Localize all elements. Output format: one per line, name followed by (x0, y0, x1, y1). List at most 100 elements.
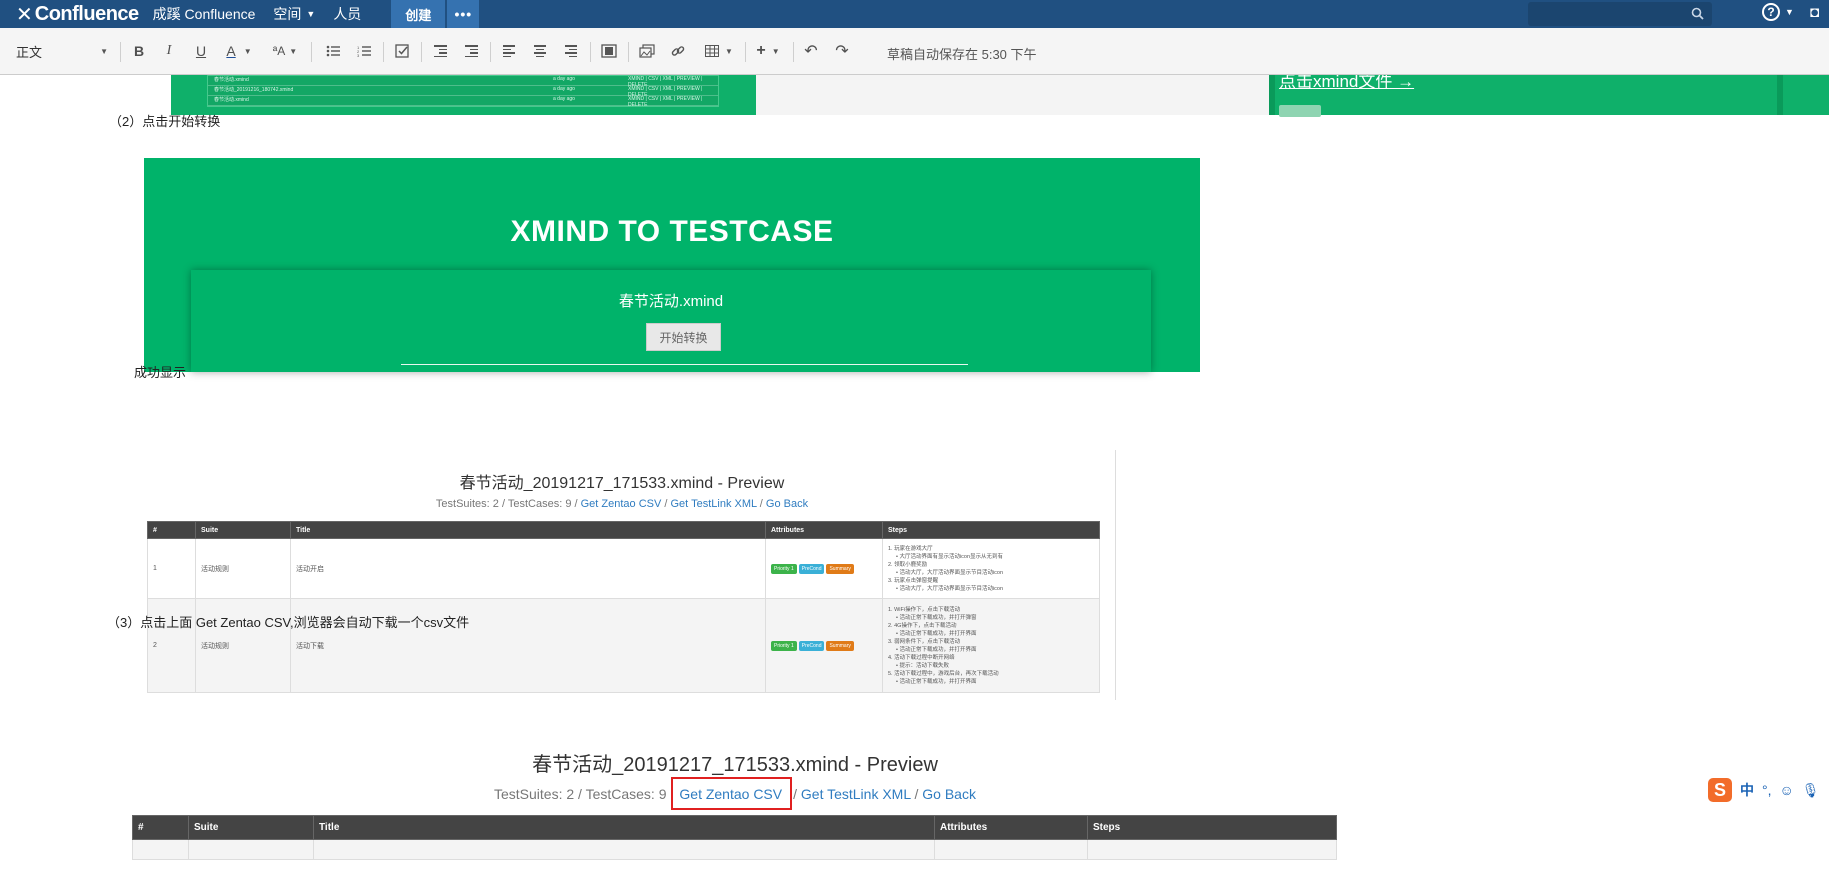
create-button[interactable]: 创建 (391, 0, 446, 28)
priority-badge: Priority 1 (771, 563, 797, 574)
sogou-logo-icon: S (1708, 778, 1732, 802)
insert-link-icon[interactable] (664, 36, 692, 66)
step-line: 4. 活动下载过程中断开网络 (888, 654, 955, 661)
screenshot-caption: 点击xmind文件 → (1279, 75, 1415, 91)
insert-image-icon[interactable] (633, 36, 661, 66)
toolbar-divider (793, 42, 794, 62)
chevron-down-icon: ▼ (1785, 7, 1794, 17)
undo-icon[interactable]: ↶ (797, 36, 825, 66)
summary-counts: TestSuites: 2 / TestCases: 9 / (435, 498, 581, 510)
paragraph-style-value: 正文 (16, 44, 43, 60)
highlight-box: Get Zentao CSV (671, 777, 793, 810)
chevron-down-icon: ▼ (289, 46, 298, 56)
column-header: Steps (1087, 815, 1337, 840)
align-center-icon[interactable] (526, 36, 554, 66)
get-testlink-xml-link: Get TestLink XML (800, 786, 911, 802)
step-3-text: （3）点击上面 Get Zentao CSV,浏览器会自动下载一个csv文件 (107, 615, 470, 630)
preview-title: 春节活动_20191217_171533.xmind - Preview (532, 754, 938, 776)
emoji-icon[interactable]: ☺ (1780, 782, 1794, 798)
file-name: 春节活动_20191216_180742.xmind (214, 87, 294, 93)
align-right-icon[interactable] (557, 36, 585, 66)
bold-icon[interactable]: B (125, 36, 153, 66)
task-list-icon[interactable] (388, 36, 416, 66)
help-menu[interactable]: ? ▼ (1762, 3, 1794, 21)
underline-icon[interactable]: U (187, 36, 215, 66)
editor-content[interactable]: 春节活动.xmind a day ago XMIND | CSV | XML |… (0, 75, 1829, 875)
nav-spaces[interactable]: 空间 ▼ (273, 4, 315, 24)
formatting-button[interactable]: ªA ▼ (267, 36, 303, 66)
confluence-x-icon: ✕ (16, 2, 33, 26)
microphone-icon[interactable]: 🎙 (1802, 782, 1820, 799)
cell-attributes: Priority 1 PreCond Summary (765, 538, 883, 599)
get-testlink-xml-link: Get TestLink XML (670, 498, 757, 510)
preview-summary: TestSuites: 2 / TestCases: 9 Get Zentao … (130, 777, 1340, 810)
start-convert-button: 开始转换 (646, 323, 721, 351)
paragraph-style-select[interactable]: 正文 ▼ (16, 36, 108, 66)
column-header: Steps (882, 521, 1100, 539)
step-line: • 活动正常下载成功，并打开弹窗 (896, 614, 977, 621)
ime-language-toggle[interactable]: 中 (1740, 780, 1754, 800)
step-line: 2. 领取小鹿奖励 (888, 561, 928, 568)
toolbar-divider (421, 42, 422, 62)
step-line: 3. 玩家点击弹窗提醒 (888, 577, 939, 584)
indent-icon[interactable] (457, 36, 485, 66)
step-line: 5. 活动下载过程中，游戏后台，再次下载活动 (888, 670, 999, 677)
step-line: 1. WiFi操作下，点击下载活动 (888, 606, 961, 613)
step-2-text: （2）点击开始转换 (109, 114, 221, 129)
numbered-list-icon[interactable]: 123 (350, 36, 378, 66)
file-time: a day ago (553, 96, 575, 102)
file-list-row: 春节活动.xmind a day ago XMIND | CSV | XML |… (208, 76, 718, 88)
cell-suite: 活动规则 (195, 538, 291, 599)
summary-badge: Summary (826, 640, 854, 651)
file-time: a day ago (553, 86, 575, 92)
cell-steps: 1. WiFi操作下，点击下载活动 • 活动正常下载成功，并打开弹窗 2. 4G… (882, 598, 1100, 693)
card-divider (401, 364, 968, 365)
link-separator: / (756, 498, 766, 510)
step-line: • 活动正常下载成功，并打开界面 (896, 678, 977, 685)
step-line: 3. 弱网条件下，点击下载活动 (888, 638, 961, 645)
search-input[interactable] (1528, 2, 1712, 26)
logo-text: Confluence (34, 2, 139, 25)
insert-more-button[interactable]: + ▼ (750, 36, 786, 66)
insert-table-button[interactable]: ▼ (699, 36, 739, 66)
file-actions: XMIND | CSV | XML | PREVIEW | DELETE (628, 96, 703, 108)
more-create-button[interactable]: ••• (447, 0, 480, 28)
banner-title: XMIND TO TESTCASE (510, 215, 834, 248)
text-format-icon: ªA (272, 44, 286, 58)
step-line: • 活动大厅，大厅活动界面显示节目活动icon (896, 569, 1004, 576)
page-layout-icon[interactable] (595, 36, 623, 66)
nav-spaces-label: 空间 (273, 6, 302, 22)
confluence-logo[interactable]: ✕ Confluence (0, 0, 139, 28)
toolbar-divider (383, 42, 384, 62)
file-time: a day ago (553, 76, 575, 82)
italic-icon[interactable]: I (155, 36, 183, 66)
column-header: Suite (195, 521, 291, 539)
ime-toolbar[interactable]: S 中 °, ☺ 🎙 (1706, 776, 1829, 804)
nav-people[interactable]: 人员 (333, 4, 361, 24)
site-name[interactable]: 成蹊 Confluence (153, 4, 256, 24)
step-line: • 大厅活动界面有显示活动icon显示从无到有 (896, 553, 1004, 560)
table-icon (705, 45, 720, 57)
toolbar-divider (590, 42, 591, 62)
step-line: 1. 玩家在游戏大厅 (888, 545, 933, 552)
text-color-button[interactable]: A ▼ (219, 36, 259, 66)
preview-summary: TestSuites: 2 / TestCases: 9 / Get Zenta… (144, 498, 1100, 510)
embedded-screenshot-gap (756, 75, 1269, 115)
file-list-row: 春节活动.xmind a day ago XMIND | CSV | XML |… (208, 96, 718, 108)
cell-num: 1 (147, 538, 196, 599)
chevron-down-icon: ▼ (771, 46, 780, 56)
table-header: # Suite Title Attributes Steps (147, 521, 1100, 539)
table-row (132, 839, 1337, 860)
outdent-icon[interactable] (426, 36, 454, 66)
search-icon (1691, 7, 1704, 20)
redo-icon[interactable]: ↷ (828, 36, 856, 66)
notification-icon[interactable]: ◘ (1810, 4, 1819, 21)
step-line: • 活动正常下载成功，并打开界面 (896, 630, 977, 637)
screenshot-chip (1279, 105, 1321, 117)
bullet-list-icon[interactable] (319, 36, 347, 66)
ime-punctuation-toggle[interactable]: °, (1762, 782, 1772, 798)
help-icon: ? (1762, 3, 1780, 21)
step-line: 2. 4G操作下，点击下载活动 (888, 622, 957, 629)
align-left-icon[interactable] (495, 36, 523, 66)
summary-badge: Summary (826, 563, 854, 574)
